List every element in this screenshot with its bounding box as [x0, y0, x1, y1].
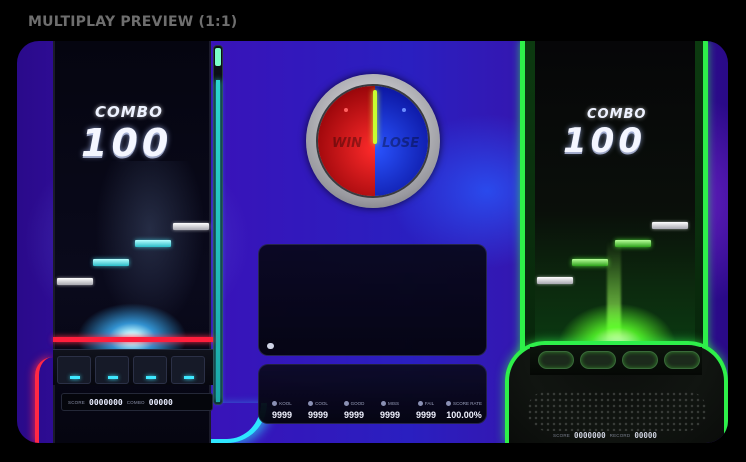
note — [93, 259, 129, 266]
kool-icon — [272, 401, 278, 406]
right-record-value: 00000 — [634, 430, 657, 440]
key-led — [108, 376, 118, 379]
right-key-panel — [530, 347, 702, 375]
lane-key-4[interactable] — [664, 351, 700, 369]
right-score-bar: SCORE 0000000 RECORD 00000 — [549, 428, 693, 442]
left-key-panel — [53, 349, 213, 385]
stat-good: GOOD 9999 — [337, 401, 371, 420]
lane-key-3[interactable] — [622, 351, 658, 369]
stat-value: 9999 — [343, 410, 365, 420]
left-score-bar: SCORE 0000000 COMBO 00000 — [61, 393, 213, 411]
left-combo-label: COMBO — [95, 103, 163, 121]
stat-label: GOOD — [350, 401, 365, 406]
stat-value: 100.00% — [446, 410, 482, 420]
gauge-face: WIN LOSE — [316, 84, 430, 198]
stat-value: 9999 — [271, 410, 293, 420]
page-title: MULTIPLAY PREVIEW (1:1) — [28, 14, 238, 30]
right-record-label: RECORD — [609, 432, 631, 438]
chat-panel[interactable] — [258, 244, 487, 356]
key-led — [70, 376, 80, 379]
left-base-red-trim — [35, 357, 53, 443]
left-score-label: SCORE — [68, 399, 86, 405]
stat-label: KOOL — [279, 401, 292, 406]
left-combo-small-label: COMBO — [126, 399, 145, 405]
left-life-meter-fill — [216, 79, 220, 402]
note — [537, 277, 573, 284]
lane-key-1[interactable] — [538, 351, 574, 369]
judgement-stats-panel: KOOL 9999 COOL 9999 GOOD 9999 MISS 9999 … — [258, 364, 487, 424]
win-lose-gauge: WIN LOSE — [306, 74, 440, 208]
fail-icon — [417, 401, 423, 406]
right-combo-count: 100 — [563, 121, 646, 161]
left-score-value: 0000000 — [89, 397, 123, 407]
lane-key-2[interactable] — [580, 351, 616, 369]
stat-kool: KOOL 9999 — [265, 401, 299, 420]
lane-key-3[interactable] — [133, 356, 167, 384]
stat-value: 9999 — [415, 410, 437, 420]
stat-label: COOL — [315, 401, 328, 406]
left-life-meter — [213, 45, 223, 405]
good-icon — [343, 401, 349, 406]
stat-miss: MISS 9999 — [373, 401, 407, 420]
stat-label: SCORE RATE — [453, 401, 482, 406]
note — [652, 222, 688, 229]
note — [57, 278, 93, 285]
stat-fail: FAIL 9999 — [409, 401, 443, 420]
stat-value: 9999 — [379, 410, 401, 420]
lane-key-1[interactable] — [57, 356, 91, 384]
stat-label: MISS — [387, 401, 399, 406]
right-score-label: SCORE — [553, 432, 571, 438]
cool-icon — [308, 401, 314, 406]
gauge-needle — [373, 90, 377, 144]
gauge-win-label: WIN — [332, 136, 363, 151]
gauge-marker-left — [344, 108, 348, 112]
lane-key-2[interactable] — [95, 356, 129, 384]
note — [572, 259, 608, 266]
miss-icon — [380, 401, 386, 406]
rate-icon — [446, 401, 452, 406]
note — [135, 240, 171, 247]
key-led — [146, 376, 156, 379]
note — [173, 223, 209, 230]
gauge-marker-right — [402, 108, 406, 112]
key-led — [184, 376, 194, 379]
game-stage: COMBO 100 SCORE 0000000 COMBO 00000 WIN … — [17, 41, 728, 443]
chat-bubble-icon[interactable] — [267, 343, 274, 349]
stat-score-rate: SCORE RATE 100.00% — [443, 401, 485, 420]
left-life-meter-cap — [215, 48, 221, 66]
right-score-value: 0000000 — [574, 430, 606, 440]
right-speaker-grille — [527, 391, 707, 431]
gauge-lose-label: LOSE — [382, 136, 420, 151]
left-judgement-line — [53, 337, 213, 342]
lane-key-4[interactable] — [171, 356, 205, 384]
right-combo-label: COMBO — [587, 107, 647, 122]
left-combo-small-value: 00000 — [148, 397, 173, 407]
stat-cool: COOL 9999 — [301, 401, 335, 420]
left-combo-count: 100 — [81, 121, 173, 165]
stat-value: 9999 — [307, 410, 329, 420]
stat-label: FAIL — [424, 401, 435, 406]
